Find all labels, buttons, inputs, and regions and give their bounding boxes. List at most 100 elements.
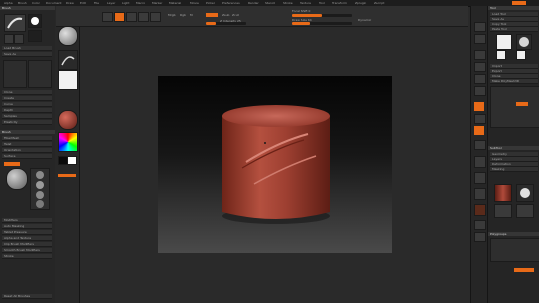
modifiers-row[interactable]: Modifiers: [2, 218, 52, 223]
polygroups-apply-button[interactable]: [514, 268, 534, 272]
polygroups-header[interactable]: Polygroups: [488, 232, 539, 236]
menu-item-document[interactable]: Document: [46, 1, 62, 5]
clip-brush-row[interactable]: Clip Brush Modifiers: [2, 242, 52, 247]
mrgb-toggle[interactable]: Mrgb: [168, 13, 176, 17]
focal-shift-slider[interactable]: [292, 14, 352, 17]
menu-item-tool[interactable]: Tool: [319, 1, 325, 5]
zoom-button[interactable]: [474, 62, 486, 72]
sphere-tool-thumbnail[interactable]: [516, 34, 532, 50]
depth-row[interactable]: Depth: [2, 108, 52, 113]
menu-item-macro[interactable]: Macro: [136, 1, 145, 5]
smooth-brush-row[interactable]: Smooth Brush Modifiers: [2, 248, 52, 253]
draw-mode-button[interactable]: [114, 12, 125, 22]
menu-item-light[interactable]: Light: [122, 1, 130, 5]
sphere-subtool-thumbnail[interactable]: [516, 184, 534, 202]
load-brush-row[interactable]: Load Brush: [2, 46, 52, 51]
surface-row[interactable]: Surface: [2, 154, 52, 159]
scale-view-button[interactable]: [474, 188, 486, 200]
rotate-mode-button[interactable]: [150, 12, 161, 22]
zsub-button[interactable]: Zsub: [222, 13, 229, 17]
z-intensity-slider[interactable]: [206, 22, 246, 25]
brush-thumbnail-grid[interactable]: [3, 60, 27, 88]
auto-masking-row[interactable]: Auto Masking: [2, 224, 52, 229]
menu-item-alpha[interactable]: Alpha: [4, 1, 13, 5]
alpha-preview[interactable]: [28, 14, 42, 28]
goz-settings-block[interactable]: [490, 86, 539, 128]
make-polymesh-row[interactable]: Make PolyMesh3D: [490, 79, 538, 84]
active-brush-tab[interactable]: [4, 162, 20, 166]
main-color-swatch[interactable]: [67, 156, 77, 165]
polygroups-settings-block[interactable]: [490, 238, 539, 262]
transp-button[interactable]: [474, 232, 486, 242]
current-tool-thumbnail[interactable]: [496, 34, 512, 50]
reset-all-brushes-row[interactable]: Reset All Brushes: [2, 294, 52, 299]
elasticity-row[interactable]: Elasticity: [2, 120, 52, 125]
actual-button[interactable]: [474, 74, 486, 84]
cylinder-subtool-thumbnail[interactable]: [494, 184, 512, 202]
menu-item-draw[interactable]: Draw: [66, 1, 74, 5]
texture-preview[interactable]: [28, 30, 42, 42]
menu-item-transform[interactable]: Transform: [332, 1, 347, 5]
scroll-button[interactable]: [474, 50, 486, 60]
edit-mode-button[interactable]: [102, 12, 113, 22]
zadd-button[interactable]: [206, 13, 218, 17]
scale-mode-button[interactable]: [138, 12, 149, 22]
polymesh-thumbnail[interactable]: [516, 50, 526, 60]
simple-brush-thumbnail[interactable]: [496, 50, 506, 60]
menu-item-picker[interactable]: Picker: [206, 1, 215, 5]
menu-item-render[interactable]: Render: [248, 1, 259, 5]
twist-row[interactable]: Twist: [2, 142, 52, 147]
stroke-type-icon[interactable]: [58, 50, 78, 70]
local-button[interactable]: [474, 126, 484, 135]
color-picker-wheel[interactable]: [58, 132, 78, 152]
persp-button[interactable]: [474, 102, 484, 111]
menu-item-layer[interactable]: Layer: [107, 1, 115, 5]
brush-section-header[interactable]: Brush: [0, 130, 55, 134]
tablet-pressure-row[interactable]: Tablet Pressure: [2, 230, 52, 235]
move-view-button[interactable]: [474, 172, 486, 184]
curve-row[interactable]: Curve: [2, 102, 52, 107]
quick-save-button[interactable]: [512, 1, 526, 5]
paste-tool-row[interactable]: Paste Tool: [490, 27, 538, 32]
cylinder-mesh[interactable]: [158, 76, 392, 253]
masking-row[interactable]: Masking: [490, 167, 538, 172]
menu-item-preferences[interactable]: Preferences: [222, 1, 240, 5]
orientation-row[interactable]: Orientation: [2, 148, 52, 153]
menu-item-file[interactable]: File: [94, 1, 99, 5]
brush-sphere-preview[interactable]: [6, 168, 28, 190]
frame-button[interactable]: [474, 156, 486, 168]
subtool-item-3[interactable]: [494, 204, 512, 218]
menu-item-movie[interactable]: Movie: [190, 1, 199, 5]
visible-toggle[interactable]: [516, 102, 528, 106]
menu-item-zplugin[interactable]: Zplugin: [355, 1, 366, 5]
zcut-button[interactable]: Zcut: [232, 13, 239, 17]
material-sphere-preview[interactable]: [58, 26, 78, 46]
menu-item-color[interactable]: Color: [32, 1, 40, 5]
fibermesh-row[interactable]: FiberMesh: [2, 136, 52, 141]
menu-item-zscript[interactable]: Zscript: [374, 1, 384, 5]
samples-row[interactable]: Samples: [2, 114, 52, 119]
menu-item-material[interactable]: Material: [169, 1, 181, 5]
subtool-header[interactable]: SubTool: [488, 146, 539, 150]
spix-button[interactable]: [474, 34, 486, 44]
menu-item-stencil[interactable]: Stencil: [265, 1, 275, 5]
brush-stroke-preview[interactable]: [4, 14, 26, 32]
move-mode-button[interactable]: [126, 12, 137, 22]
alpha-texture-row[interactable]: Alpha and Texture: [2, 236, 52, 241]
rotate-view-button[interactable]: [474, 204, 486, 216]
polyf-button[interactable]: [474, 220, 486, 230]
document-canvas[interactable]: [158, 76, 392, 253]
clone-row[interactable]: Clone: [2, 90, 52, 95]
menu-item-texture[interactable]: Texture: [300, 1, 311, 5]
texture-off-swatch[interactable]: [58, 70, 78, 90]
bpr-button[interactable]: [474, 22, 486, 32]
create-row[interactable]: Create: [2, 96, 52, 101]
stroke-thumbnail-grid[interactable]: [28, 60, 52, 88]
save-as-row[interactable]: Save As: [2, 52, 52, 57]
m-toggle[interactable]: M: [190, 13, 193, 17]
menu-item-marker[interactable]: Marker: [152, 1, 162, 5]
stroke-row[interactable]: Stroke: [2, 254, 52, 259]
menu-item-brush[interactable]: Brush: [18, 1, 27, 5]
subtool-item-4[interactable]: [516, 204, 534, 218]
menu-item-edit[interactable]: Edit: [80, 1, 86, 5]
